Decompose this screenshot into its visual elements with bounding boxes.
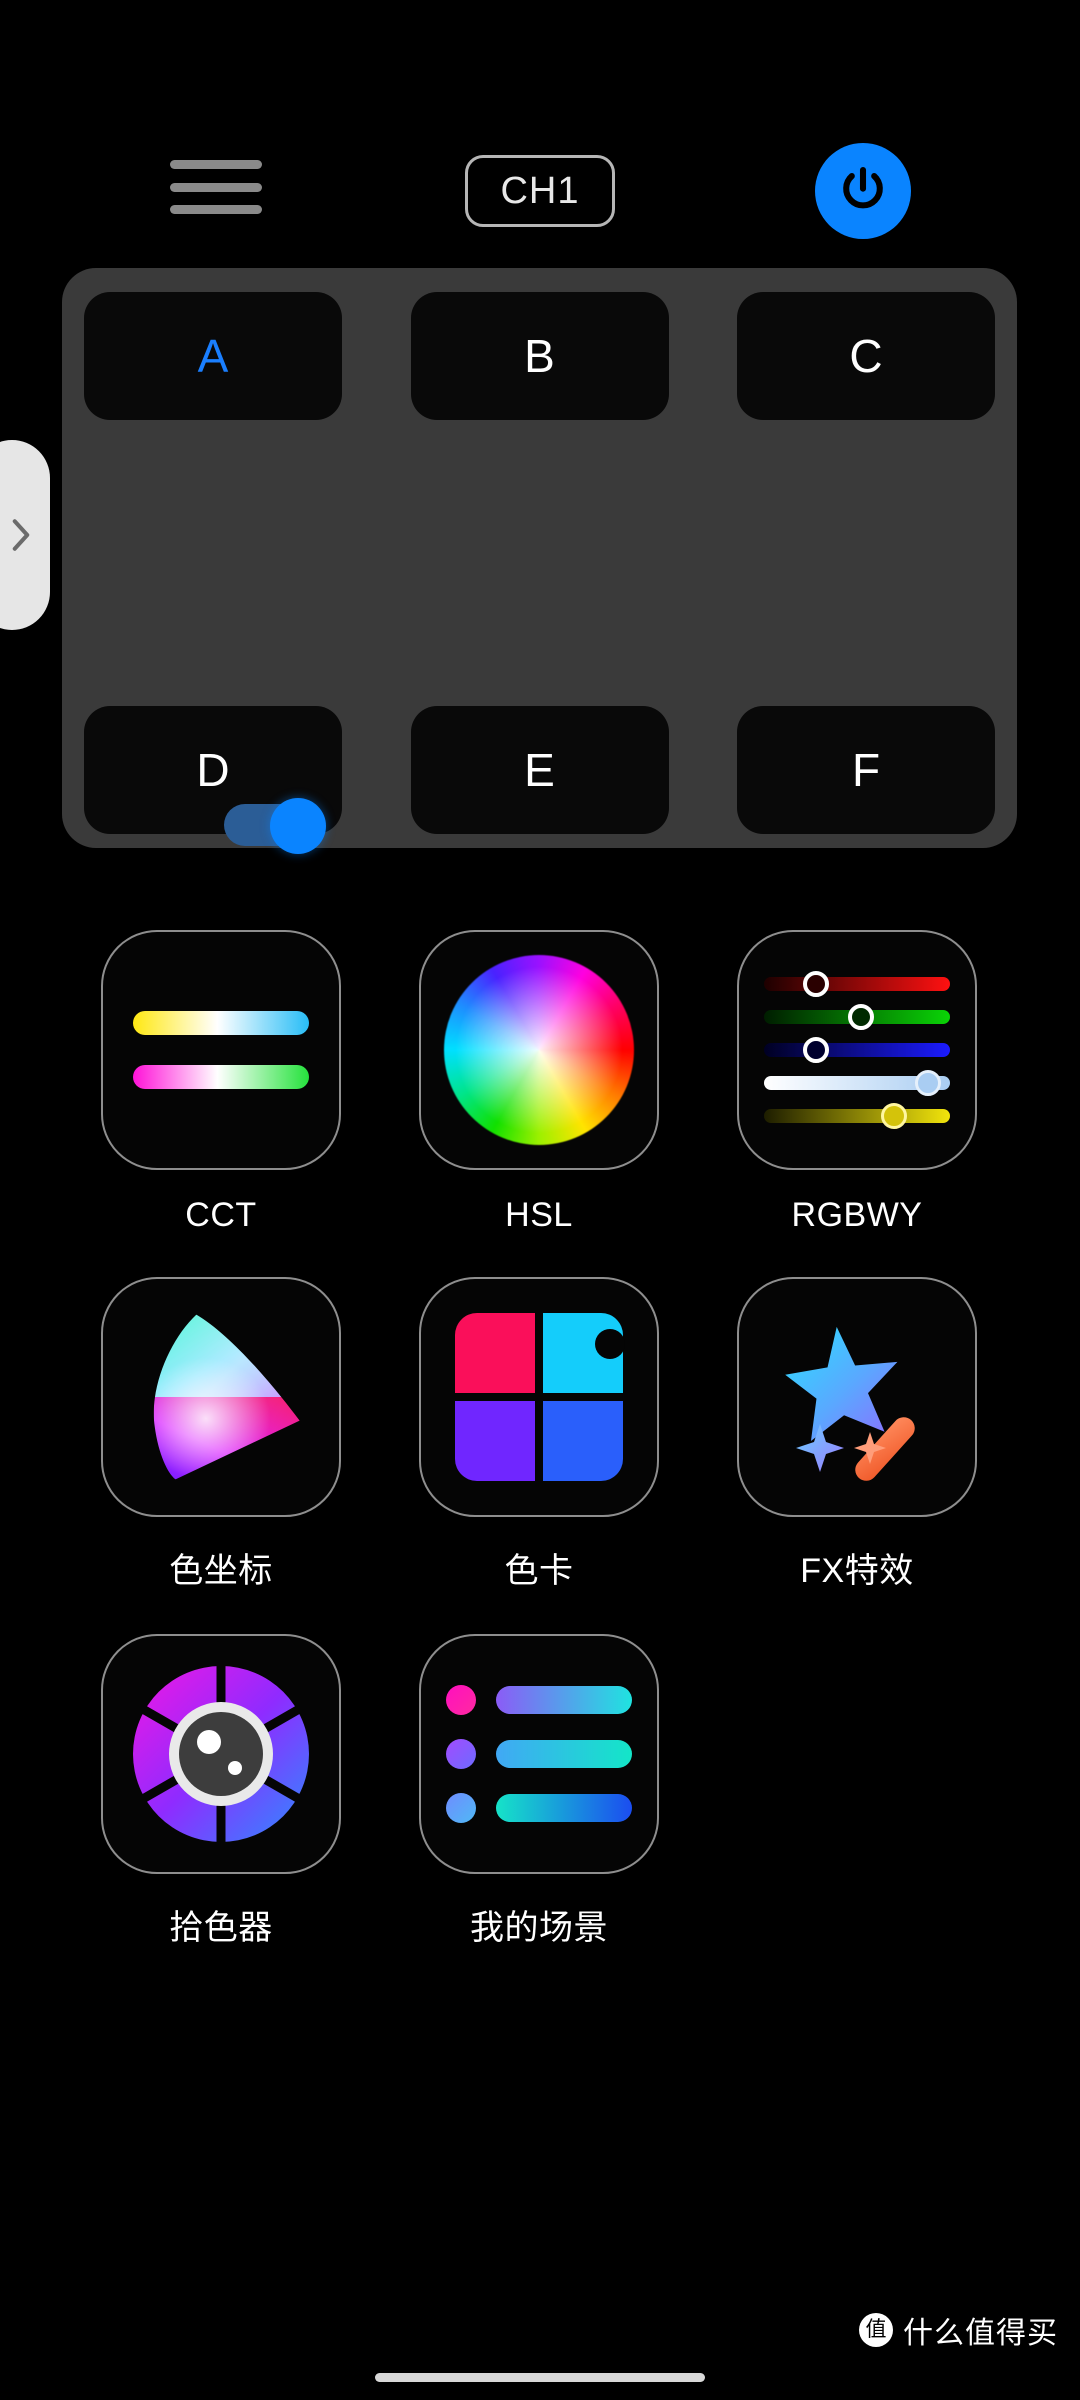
- menu-line: [170, 182, 262, 192]
- preset-button-f[interactable]: F: [737, 706, 995, 834]
- slider-knob: [803, 971, 830, 997]
- preset-panel: A B C D E F: [62, 268, 1017, 854]
- preset-grid: A B C D E F: [62, 268, 1017, 848]
- watermark-text: 什么值得买: [903, 2317, 1058, 2350]
- preset-button-c[interactable]: C: [737, 292, 995, 420]
- preset-label: A: [197, 330, 229, 382]
- cct-warm-cool-bar: [133, 1011, 309, 1035]
- rgbwy-slider-w: [764, 1070, 950, 1096]
- mode-label-rgbwy: RGBWY: [791, 1196, 923, 1234]
- hamburger-menu-icon[interactable]: [170, 160, 262, 214]
- swatch-marker-dot: [595, 1329, 625, 1359]
- preset-label: C: [849, 330, 883, 382]
- slider-knob: [881, 1103, 908, 1129]
- scene-bar: [496, 1740, 632, 1768]
- cct-green-magenta-bar: [133, 1065, 309, 1089]
- swatch-bottom-left: [455, 1401, 535, 1481]
- power-icon: [843, 166, 883, 209]
- channel-chip[interactable]: CH1: [465, 155, 615, 227]
- scene-bullet: [446, 1793, 476, 1823]
- slider-knob: [914, 1070, 941, 1096]
- preset-label: D: [196, 744, 230, 796]
- cct-bars-icon: [101, 930, 341, 1170]
- rgbwy-slider-g: [764, 1004, 950, 1030]
- rgbwy-slider-b: [764, 1037, 950, 1063]
- hsl-wheel-graphic: [444, 955, 634, 1145]
- mode-label-cct: CCT: [185, 1196, 257, 1234]
- preset-label: F: [851, 744, 881, 796]
- chevron-right-icon: [12, 519, 30, 551]
- rgbwy-slider-r: [764, 971, 950, 997]
- mode-item-rgbwy[interactable]: RGBWY: [698, 930, 1016, 1235]
- scene-bar: [496, 1686, 632, 1714]
- menu-line: [170, 160, 262, 169]
- mode-item-fx[interactable]: FX特效: [698, 1277, 1016, 1592]
- slider-track: [764, 977, 950, 991]
- aperture-graphic: [121, 1654, 321, 1854]
- preset-row-top: A B C: [84, 292, 995, 420]
- mode-item-hsl[interactable]: HSL: [380, 930, 698, 1235]
- preset-label: B: [524, 330, 555, 382]
- preset-toggle[interactable]: [224, 798, 328, 854]
- mode-label-picker: 拾色器: [169, 1909, 273, 1947]
- cie-diagram-graphic: [153, 1314, 300, 1480]
- magic-wand-graphic: [785, 1326, 915, 1481]
- rgbwy-sliders-icon: [737, 930, 977, 1170]
- mode-item-color-coordinates[interactable]: 色坐标: [62, 1277, 380, 1592]
- mode-item-picker[interactable]: 拾色器: [62, 1634, 380, 1949]
- scene-bullet: [446, 1685, 476, 1715]
- preset-button-e[interactable]: E: [410, 706, 669, 834]
- cie-chromaticity-icon: [101, 1277, 341, 1517]
- preset-label: E: [524, 744, 555, 796]
- scene-row: [446, 1685, 632, 1715]
- mode-label-scenes: 我的场景: [470, 1909, 608, 1947]
- camera-aperture-icon: [101, 1634, 341, 1874]
- mode-item-cct[interactable]: CCT: [62, 930, 380, 1235]
- preset-button-a[interactable]: A: [84, 292, 342, 420]
- mode-label-fx: FX特效: [800, 1552, 914, 1590]
- swatch-top-left: [455, 1313, 535, 1393]
- scene-list-icon: [419, 1634, 659, 1874]
- slider-track: [764, 1109, 950, 1123]
- home-indicator[interactable]: [375, 2373, 705, 2382]
- edge-drawer-tab[interactable]: [0, 440, 50, 630]
- preset-row-bottom: D E F: [84, 706, 995, 834]
- mode-grid: CCT HSL RGBWY 色坐标 色卡 FX特效 拾色器 我的场景: [62, 930, 1017, 1991]
- menu-line: [170, 205, 262, 214]
- color-swatch-grid-icon: [419, 1277, 659, 1517]
- mode-item-swatch[interactable]: 色卡: [380, 1277, 698, 1592]
- magic-wand-icon: [737, 1277, 977, 1517]
- power-button[interactable]: [815, 143, 911, 239]
- channel-label: CH1: [500, 169, 580, 212]
- mode-label-color-coordinates: 色坐标: [169, 1552, 273, 1590]
- rgbwy-slider-y: [764, 1103, 950, 1129]
- top-bar: CH1: [0, 0, 1080, 270]
- preset-button-b[interactable]: B: [410, 292, 669, 420]
- scene-row: [446, 1793, 632, 1823]
- mode-item-scenes[interactable]: 我的场景: [380, 1634, 698, 1949]
- mode-label-swatch: 色卡: [504, 1552, 574, 1590]
- toggle-knob: [270, 798, 326, 854]
- swatch-bottom-right: [543, 1401, 623, 1481]
- scene-row: [446, 1739, 632, 1769]
- slider-track: [764, 1043, 950, 1057]
- scene-bar: [496, 1794, 632, 1822]
- slider-knob: [847, 1004, 874, 1030]
- color-wheel-icon: [419, 930, 659, 1170]
- mode-label-hsl: HSL: [505, 1196, 573, 1234]
- watermark: 值 什么值得买: [859, 2308, 1058, 2352]
- app-root: CH1 A B C D E F CCT HSL RGBWY 色坐标 色卡 FX特…: [0, 0, 1080, 2400]
- watermark-badge: 值: [859, 2313, 893, 2347]
- slider-knob: [803, 1037, 830, 1063]
- scene-bullet: [446, 1739, 476, 1769]
